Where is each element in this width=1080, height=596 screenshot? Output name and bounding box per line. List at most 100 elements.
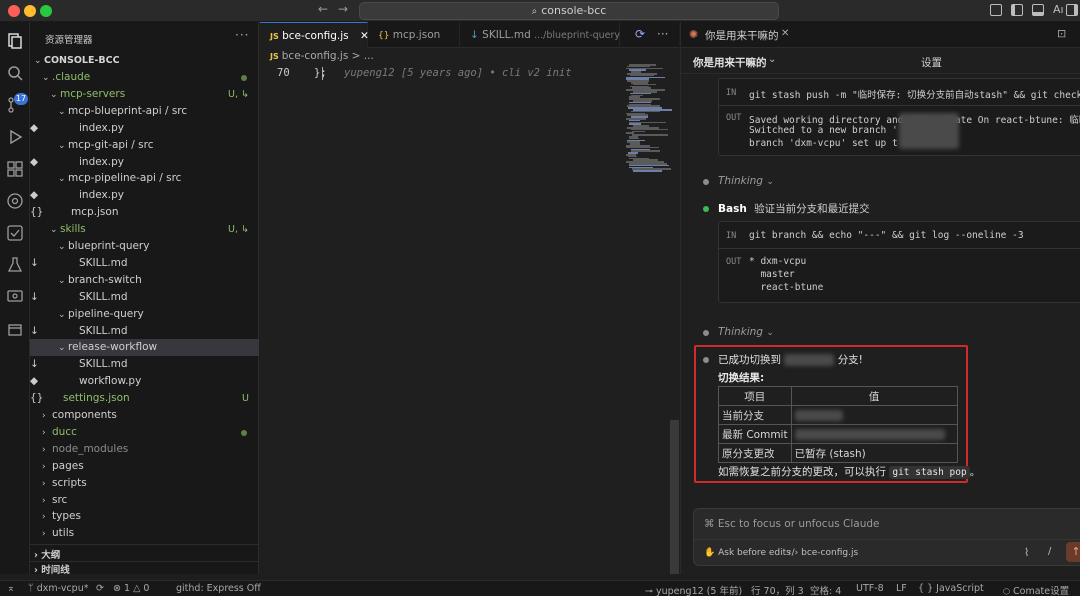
- chrome-icon[interactable]: [6, 192, 24, 210]
- tree-folder[interactable]: ⌄ mcp-servers U, ↳: [30, 86, 259, 103]
- testing-flask-icon[interactable]: [6, 256, 24, 274]
- tree-folder[interactable]: › utils: [30, 525, 259, 542]
- line-ending[interactable]: LF: [896, 583, 907, 594]
- breadcrumb[interactable]: JS bce-config.js > ...: [270, 50, 374, 62]
- encoding[interactable]: UTF-8: [856, 583, 884, 594]
- package-icon[interactable]: [6, 320, 24, 338]
- tree-folder[interactable]: › node_modules: [30, 441, 259, 458]
- tree-file[interactable]: ↓ SKILL.md: [30, 323, 259, 340]
- toggle-panel-icon[interactable]: [1032, 4, 1044, 16]
- claude-tab-title[interactable]: 你是用来干嘛的: [705, 28, 779, 43]
- zoom-window-button[interactable]: [40, 5, 52, 17]
- toggle-secondary-sidebar-icon[interactable]: [1066, 4, 1078, 16]
- tree-folder[interactable]: ⌄ blueprint-query: [30, 238, 259, 255]
- search-icon[interactable]: [6, 64, 24, 82]
- tree-file[interactable]: {} settings.json U: [30, 390, 259, 407]
- run-debug-icon[interactable]: [6, 128, 24, 146]
- tree-folder[interactable]: ⌄ mcp-pipeline-api / src: [30, 170, 259, 187]
- modified-dot: [241, 75, 247, 81]
- thinking-toggle[interactable]: Thinking ⌄: [718, 175, 774, 187]
- remote-icon[interactable]: ⌅: [7, 583, 15, 594]
- tree-folder[interactable]: ⌄ release-workflow: [30, 339, 259, 357]
- toggle-sidebar-icon[interactable]: [1011, 4, 1023, 16]
- command-center-search[interactable]: ⌕ console-bcc: [359, 2, 779, 20]
- indentation[interactable]: 空格: 4: [810, 583, 841, 596]
- chevron-down-icon[interactable]: ⌄: [768, 54, 776, 65]
- cursor-position[interactable]: 行 70，列 3: [751, 583, 804, 596]
- customize-layout-icon[interactable]: [990, 4, 1002, 16]
- ai-icon[interactable]: Aı: [1053, 3, 1064, 16]
- tree-file[interactable]: ◆ index.py: [30, 187, 259, 204]
- branch-indicator[interactable]: ᛘ dxm-vcpu*: [28, 583, 88, 594]
- close-icon[interactable]: ✕: [781, 28, 789, 39]
- chevron-right-icon: ›: [42, 444, 46, 455]
- warning-icon: △: [133, 583, 141, 594]
- sync-icon[interactable]: ⟳: [96, 583, 104, 594]
- timeline-section[interactable]: › 时间线: [30, 561, 259, 576]
- attach-icon[interactable]: ⌇: [1024, 546, 1029, 559]
- tree-folder[interactable]: ⌄ mcp-git-api / src: [30, 137, 259, 154]
- tree-folder[interactable]: › ducc: [30, 424, 259, 441]
- blame-status[interactable]: ⊸ yupeng12 (5 年前): [645, 583, 742, 596]
- tree-folder[interactable]: › components: [30, 407, 259, 424]
- tree-file[interactable]: ↓ SKILL.md: [30, 255, 259, 272]
- editor-tabs: JS bce-config.js ✕ {} mcp.json ↓ SKILL.m…: [260, 22, 679, 48]
- ask-before-edits-toggle[interactable]: ✋ Ask before edits: [704, 548, 791, 558]
- file-reference[interactable]: ‹/› bce-config.js: [788, 548, 858, 558]
- explorer-sidebar: 资源管理器 ··· ⌄ CONSOLE-BCC ⌄ .claude ⌄ mcp-serv…: [30, 22, 259, 576]
- editor-scrollbar-thumb[interactable]: [670, 420, 679, 574]
- tree-folder[interactable]: ⌄ skills U, ↳: [30, 221, 259, 238]
- tree-file[interactable]: {} mcp.json: [30, 204, 259, 221]
- tree-folder[interactable]: ⌄ .claude: [30, 69, 259, 86]
- project-root[interactable]: ⌄ CONSOLE-BCC: [30, 53, 259, 69]
- githd-status[interactable]: githd: Express Off: [176, 583, 261, 594]
- tree-folder[interactable]: › pages: [30, 458, 259, 475]
- compare-changes-icon[interactable]: ⟳: [635, 27, 645, 41]
- explorer-icon[interactable]: [6, 32, 24, 50]
- tab-skill-md[interactable]: ↓ SKILL.md .../blueprint-query: [460, 22, 620, 48]
- comate-settings[interactable]: ⬡ Comate设置: [1003, 583, 1069, 596]
- error-icon: ⊗: [113, 583, 121, 594]
- checklist-icon[interactable]: [6, 224, 24, 242]
- minimize-window-button[interactable]: [24, 5, 36, 17]
- outline-section[interactable]: › 大纲: [30, 544, 259, 561]
- tree-file[interactable]: ◆ workflow.py: [30, 373, 259, 390]
- claude-header: 你是用来干嘛的 ⌄ 设置: [681, 48, 1080, 74]
- tree-folder[interactable]: › src: [30, 492, 259, 509]
- conversation-title[interactable]: 你是用来干嘛的: [693, 55, 767, 70]
- language-mode[interactable]: { } JavaScript: [918, 583, 984, 594]
- thinking-toggle[interactable]: Thinking ⌄: [718, 326, 774, 338]
- tree-folder[interactable]: ⌄ branch-switch: [30, 272, 259, 289]
- tab-mcp-json[interactable]: {} mcp.json: [368, 22, 460, 48]
- editor-more-button[interactable]: ···: [657, 27, 668, 41]
- restore-hint: 如需恢复之前分支的更改，可以执行 git stash pop。: [718, 466, 981, 479]
- tree-folder[interactable]: › types: [30, 508, 259, 525]
- slash-command-icon[interactable]: /: [1048, 546, 1051, 557]
- bash-step-header[interactable]: Bash 验证当前分支和最近提交: [718, 201, 870, 216]
- modified-dot: [241, 429, 247, 436]
- forward-arrow-icon[interactable]: →: [338, 2, 348, 16]
- minimap[interactable]: [622, 64, 672, 174]
- table-row: 最新 Commit: [718, 424, 958, 444]
- tree-file[interactable]: ◆ index.py: [30, 120, 259, 137]
- lock-icon[interactable]: ⊡: [1057, 27, 1066, 40]
- tree-file[interactable]: ↓ SKILL.md: [30, 356, 259, 373]
- tree-file[interactable]: ◆ index.py: [30, 154, 259, 171]
- tree-folder[interactable]: › scripts: [30, 475, 259, 492]
- tree-folder[interactable]: ⌄ pipeline-query: [30, 306, 259, 323]
- back-arrow-icon[interactable]: ←: [318, 2, 328, 16]
- close-window-button[interactable]: [8, 5, 20, 17]
- chevron-down-icon: ⌄: [50, 225, 58, 236]
- tree-folder[interactable]: ⌄ mcp-blueprint-api / src: [30, 103, 259, 120]
- extensions-icon[interactable]: [6, 160, 24, 178]
- problems-indicator[interactable]: ⊗ 1 △ 0: [113, 583, 149, 594]
- send-button[interactable]: ↑: [1066, 542, 1080, 562]
- tree-file[interactable]: ↓ SKILL.md: [30, 289, 259, 306]
- tab-bce-config[interactable]: JS bce-config.js ✕: [260, 22, 369, 48]
- claude-input[interactable]: ⌘ Esc to focus or unfocus Claude ✋ Ask b…: [693, 508, 1080, 566]
- code-line[interactable]: 70 }; yupeng12 [5 years ago] • cli v2 in…: [260, 66, 679, 81]
- remote-explorer-icon[interactable]: [6, 288, 24, 306]
- table-header: 值: [790, 386, 958, 406]
- explorer-more-button[interactable]: ···: [235, 28, 249, 42]
- settings-link[interactable]: 设置: [921, 55, 942, 70]
